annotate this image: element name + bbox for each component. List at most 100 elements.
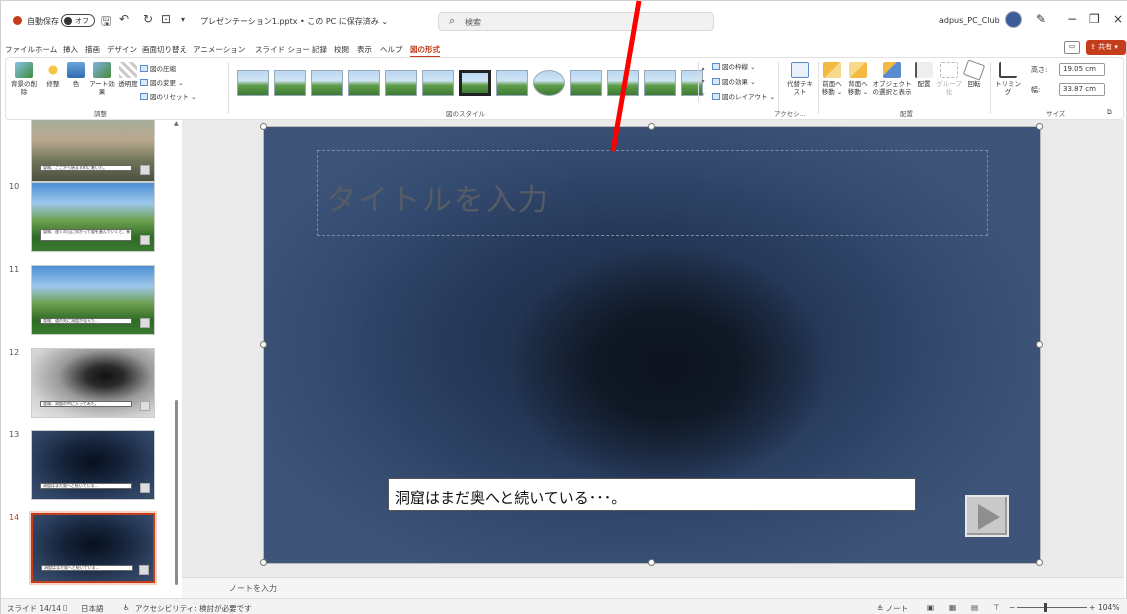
picture-style-3[interactable] [311,70,343,96]
align-button[interactable]: 配置 [914,62,934,88]
picture-layout-button[interactable]: 図のレイアウト ⌄ [712,91,775,101]
color-button[interactable]: 色 [66,62,86,88]
rotate-button[interactable]: 回転 [962,59,986,88]
notes-pane[interactable]: ノートを入力 [182,577,1124,598]
accessibility-status[interactable]: アクセシビリティ: 検討が必要です [135,603,252,614]
width-field[interactable]: 33.87 cm [1059,83,1105,96]
tab-design[interactable]: デザイン [107,44,137,55]
reset-picture-button[interactable]: 図のリセット ⌄ [140,91,197,101]
slide-thumbnail-10[interactable]: 冒険、遠くの山に向かって道を進んでいくと、新しい景色が見えてきた… [31,182,155,252]
next-button[interactable] [965,495,1009,537]
title-placeholder[interactable]: タイトルを入力 [317,150,988,236]
resize-handle[interactable] [260,123,267,130]
reading-view-icon[interactable]: ▤ [971,603,978,612]
tab-transitions[interactable]: 画面切り替え [142,44,187,55]
slide-thumbnail-11[interactable]: 冒険、道の先に洞窟が見えた… [31,265,155,335]
change-picture-button[interactable]: 図の変更 ⌄ [140,77,184,87]
scroll-up-icon[interactable]: ▲ [174,120,179,127]
slideshow-start-icon[interactable]: ⊡ [161,12,171,26]
bring-forward-button[interactable]: 前面へ移動 ⌄ [820,62,844,96]
resize-handle[interactable] [260,341,267,348]
tab-view[interactable]: 表示 [357,44,372,55]
share-button[interactable]: ⇪ 共有 ▾ [1086,40,1126,55]
picture-style-2[interactable] [274,70,306,96]
restore-icon[interactable]: ❐ [1089,12,1100,26]
slide-counter[interactable]: スライド 14/14 [7,603,61,614]
tab-animations[interactable]: アニメーション [193,44,245,55]
redo-icon[interactable]: ↻ [143,12,153,26]
pen-icon[interactable]: ✎ [1036,12,1046,26]
picture-style-6[interactable] [422,70,454,96]
resize-handle[interactable] [1036,123,1043,130]
close-icon[interactable]: × [1113,12,1123,26]
gallery-scroll[interactable]: ▴ ▾ ▿ [698,62,707,102]
zoom-level[interactable]: 104% [1098,603,1119,612]
tab-home[interactable]: ホーム [35,44,57,55]
minimize-icon[interactable]: − [1067,12,1077,26]
search-box[interactable]: ⌕ 検索 [438,12,714,31]
tab-slideshow[interactable]: スライド ショー [255,44,310,55]
picture-style-5[interactable] [385,70,417,96]
undo-icon[interactable]: ↶ [119,12,129,26]
resize-handle[interactable] [648,559,655,566]
slide-thumbnail-14[interactable]: 洞窟はまだ奥へと続いている… [29,511,157,585]
avatar[interactable] [1005,11,1022,28]
tab-draw[interactable]: 描画 [85,44,100,55]
artistic-effects-button[interactable]: アート効果 [88,62,116,96]
alt-text-button[interactable]: 代替テキスト [784,62,816,96]
picture-style-4[interactable] [348,70,380,96]
picture-style-7[interactable] [459,70,491,96]
tab-record[interactable]: 記録 [312,44,327,55]
compress-pictures-button[interactable]: 図の圧縮 [140,63,176,73]
height-field[interactable]: 19.05 cm [1059,63,1105,76]
tab-insert[interactable]: 挿入 [63,44,78,55]
slide-thumbnail-12[interactable]: 冒険、洞窟の中に入ってみた。 [31,348,155,418]
crop-button[interactable]: トリミング [994,62,1022,96]
corrections-button[interactable]: 修整 [42,62,64,88]
resize-handle[interactable] [648,123,655,130]
user-name[interactable]: adpus_PC_Club [939,16,1000,25]
slideshow-icon[interactable]: ⊤ [993,603,1000,612]
document-filename[interactable]: プレゼンテーション1.pptx • この PC に保存済み ⌄ [200,16,388,27]
save-icon[interactable]: 🖫 [101,12,111,33]
scrollbar-thumb[interactable] [175,400,178,585]
current-slide[interactable]: タイトルを入力 洞窟はまだ奥へと続いている･･･。 [260,123,1043,566]
picture-style-1[interactable] [237,70,269,96]
dialog-launcher-icon[interactable]: ⧉ [1107,108,1112,117]
resize-handle[interactable] [1036,559,1043,566]
remove-background-button[interactable]: 背景の削除 [10,62,38,96]
zoom-slider[interactable] [1017,607,1087,608]
comments-icon[interactable]: ▭ [1064,41,1080,54]
tab-picture-format[interactable]: 図の形式 [410,44,440,58]
language-indicator[interactable]: 日本語 [81,603,104,614]
zoom-in-icon[interactable]: + [1089,603,1095,612]
spelling-icon[interactable]: ▯ [63,603,67,612]
resize-handle[interactable] [260,559,267,566]
tab-review[interactable]: 校閲 [334,44,349,55]
artistic-effects-icon [93,62,111,78]
selection-pane-button[interactable]: オブジェクトの選択と表示 [872,62,912,96]
zoom-slider-knob[interactable] [1044,603,1047,612]
normal-view-icon[interactable]: ▣ [927,603,934,612]
tab-file[interactable]: ファイル [5,44,35,55]
quick-access-dropdown-icon[interactable]: ▾ [181,15,185,24]
slide-sorter-icon[interactable]: ▦ [949,603,956,612]
picture-style-9[interactable] [533,70,565,96]
send-backward-button[interactable]: 背面へ移動 ⌄ [846,62,870,96]
slide-thumbnail-13[interactable]: 洞窟はまだ奥へと続いている… [31,430,155,500]
transparency-button[interactable]: 透明度 [118,62,138,88]
group-button[interactable]: グループ化 [936,62,962,96]
picture-style-10[interactable] [570,70,602,96]
thumbnail-scrollbar[interactable]: ▲ [174,120,180,598]
slide-thumbnail-9[interactable]: 冒険、ここから始まる町に着いた。 [31,120,155,182]
autosave-toggle[interactable]: オフ [61,14,95,27]
picture-style-8[interactable] [496,70,528,96]
tab-help[interactable]: ヘルプ [380,44,403,55]
message-textbox[interactable]: 洞窟はまだ奥へと続いている･･･。 [388,478,916,511]
picture-style-12[interactable] [644,70,676,96]
zoom-out-icon[interactable]: − [1009,603,1015,612]
picture-border-button[interactable]: 図の枠線 ⌄ [712,61,756,71]
picture-effects-button[interactable]: 図の効果 ⌄ [712,76,756,86]
notes-button[interactable]: ≙ ノート [877,603,908,614]
resize-handle[interactable] [1036,341,1043,348]
